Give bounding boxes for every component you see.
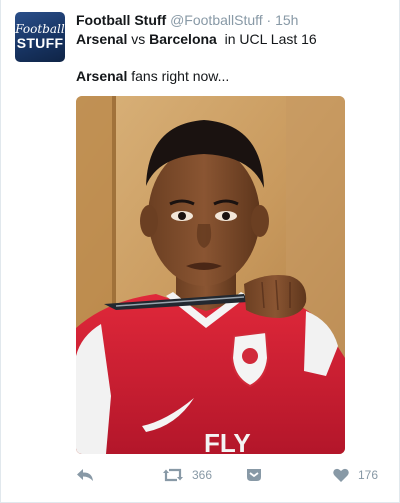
like-button[interactable]: 176 — [332, 464, 378, 486]
team1-name: Arsenal — [76, 31, 128, 47]
tweet-text-rest: fans right now... — [127, 68, 230, 84]
vs-text: vs — [127, 31, 150, 47]
tweet-card: Football STUFF Football Stuff @FootballS… — [0, 0, 400, 503]
avatar[interactable]: Football STUFF — [15, 12, 65, 62]
heart-icon — [332, 467, 350, 483]
retweet-button[interactable]: 366 — [162, 464, 212, 486]
reply-icon — [76, 467, 94, 483]
direct-message-icon — [245, 467, 263, 483]
tweet-text-bold: Arsenal — [76, 68, 128, 84]
retweet-icon — [162, 467, 184, 483]
retweet-count: 366 — [192, 468, 213, 482]
tweet-context-line: Arsenal vs Barcelona in UCL Last 16 — [76, 30, 317, 48]
reply-button[interactable] — [76, 464, 94, 486]
author-handle[interactable]: @FootballStuff — [170, 12, 263, 28]
tweet-header: Football Stuff @FootballStuff · 15h — [76, 11, 298, 29]
tweet-text: Arsenal fans right now... — [76, 67, 229, 85]
direct-message-button[interactable] — [245, 464, 263, 486]
avatar-text-bottom: STUFF — [16, 35, 64, 51]
competition-text: in UCL Last 16 — [216, 31, 317, 47]
timestamp[interactable]: 15h — [275, 12, 298, 28]
like-count: 176 — [358, 468, 379, 482]
avatar-text-top: Football — [15, 22, 65, 36]
author-name[interactable]: Football Stuff — [76, 12, 166, 28]
team2-name: Barcelona — [149, 31, 217, 47]
fan-photo-illustration: FLY — [76, 96, 345, 454]
header-separator: · — [266, 12, 272, 28]
svg-text:FLY: FLY — [204, 428, 251, 454]
tweet-photo[interactable]: FLY — [76, 96, 345, 454]
tweet-actions: 366 176 — [76, 464, 386, 486]
